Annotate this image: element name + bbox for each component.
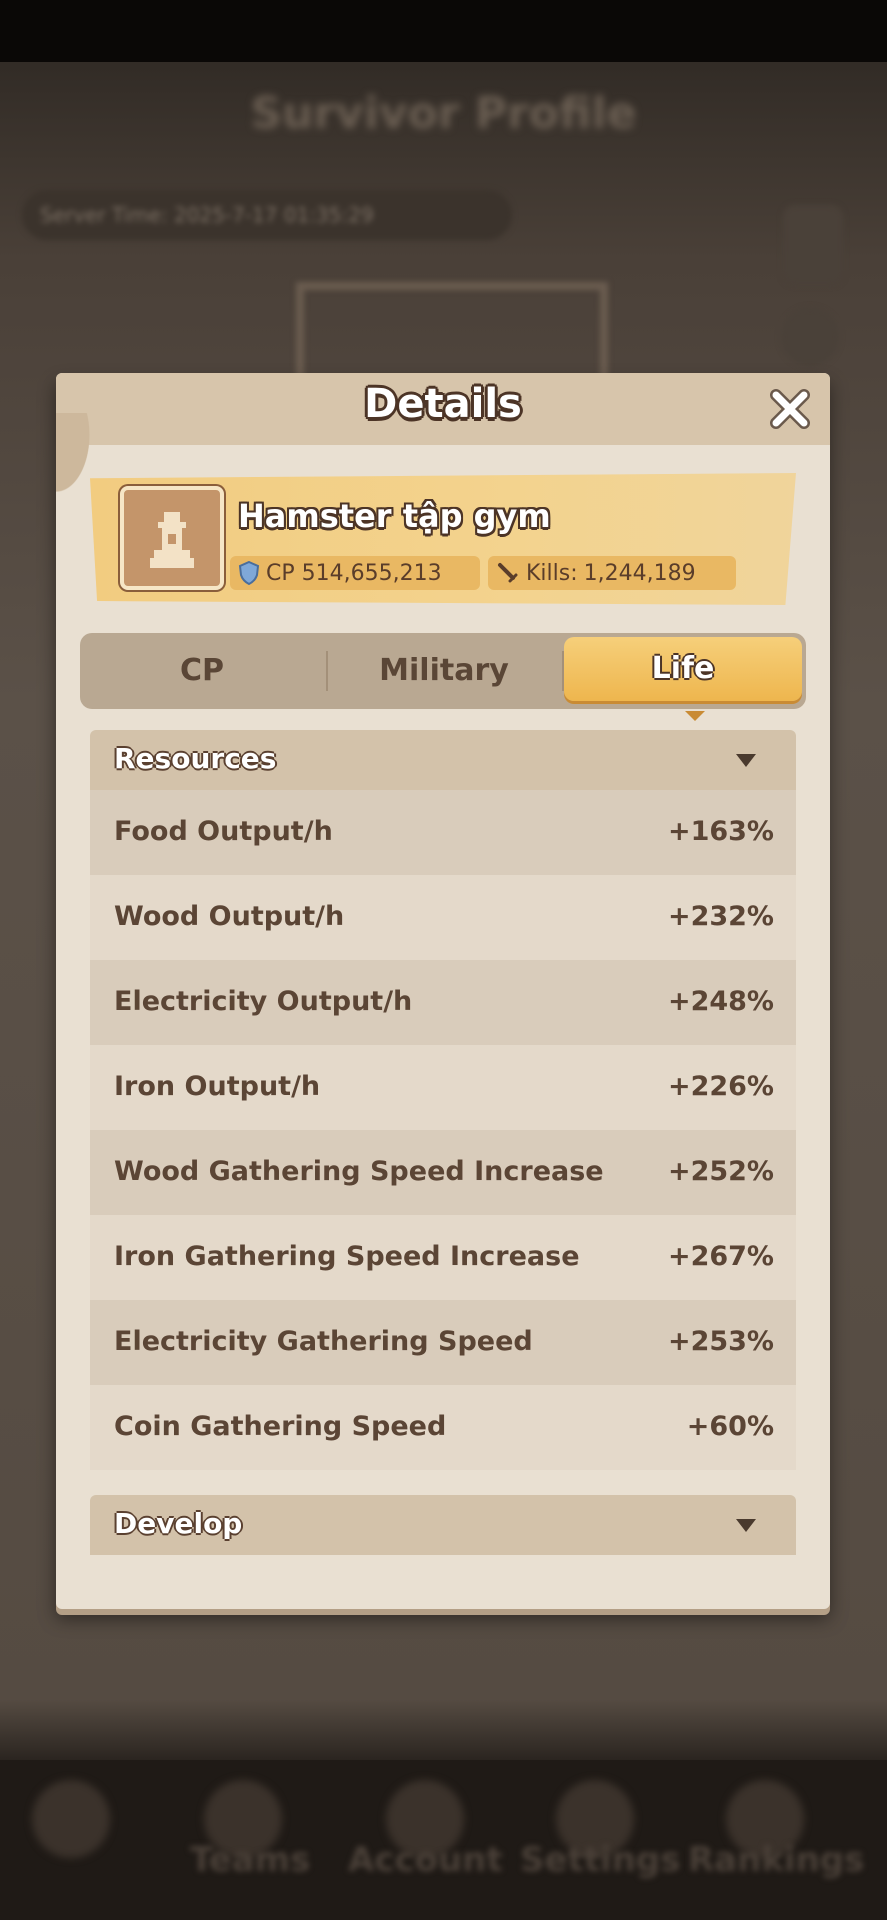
dialog-title: Details: [364, 381, 522, 427]
nav-teams: Teams: [190, 1840, 311, 1880]
list-item: Iron Output/h +226%: [90, 1045, 796, 1130]
close-button[interactable]: [768, 387, 812, 431]
list-item: Electricity Output/h +248%: [90, 960, 796, 1045]
kills-value: 1,244,189: [583, 560, 696, 586]
stat-value: +252%: [667, 1156, 774, 1187]
caret-down-icon: [736, 1519, 756, 1532]
list-item: Wood Output/h +232%: [90, 875, 796, 960]
stat-value: +253%: [667, 1326, 774, 1357]
cp-badge: CP 514,655,213: [230, 556, 480, 590]
nav-settings: Settings: [520, 1840, 681, 1880]
stat-label: Electricity Gathering Speed: [114, 1326, 533, 1357]
cp-value: CP 514,655,213: [266, 560, 442, 586]
server-time: Server Time: 2025-7-17 01:35:29: [22, 190, 512, 240]
list-item: Coin Gathering Speed +60%: [90, 1385, 796, 1470]
tab-life[interactable]: Life: [564, 637, 802, 701]
tab-bar: CP Military Life: [80, 633, 806, 709]
stat-label: Food Output/h: [114, 816, 333, 847]
background-title: Survivor Profile: [250, 88, 637, 139]
list-item: Food Output/h +163%: [90, 790, 796, 875]
stat-label: Wood Output/h: [114, 901, 345, 932]
stat-label: Coin Gathering Speed: [114, 1411, 447, 1442]
list-item: Wood Gathering Speed Increase +252%: [90, 1130, 796, 1215]
kills-label: Kills:: [526, 560, 578, 586]
stat-label: Iron Gathering Speed Increase: [114, 1241, 580, 1272]
tab-cp[interactable]: CP: [80, 633, 324, 709]
player-avatar[interactable]: [120, 486, 224, 590]
back-icon: [32, 1780, 110, 1858]
list-item: Iron Gathering Speed Increase +267%: [90, 1215, 796, 1300]
side-button-icon: [783, 205, 843, 285]
watchtower-icon: [150, 512, 194, 568]
side-round-button-icon: [781, 308, 839, 366]
stat-value: +163%: [667, 816, 774, 847]
list-item: Electricity Gathering Speed +253%: [90, 1300, 796, 1385]
avatar-frame: [296, 282, 608, 380]
player-name: Hamster tập gym: [238, 497, 551, 535]
stat-value: +267%: [667, 1241, 774, 1272]
stat-label: Wood Gathering Speed Increase: [114, 1156, 604, 1187]
stat-label: Iron Output/h: [114, 1071, 321, 1102]
kills-badge: Kills: 1,244,189: [488, 556, 736, 590]
stat-label: Electricity Output/h: [114, 986, 413, 1017]
close-icon: [770, 389, 810, 429]
stat-value: +232%: [667, 901, 774, 932]
tab-pointer: [685, 711, 705, 721]
nav-account: Account: [348, 1840, 503, 1880]
section-resources-label: Resources: [114, 742, 277, 775]
section-develop-label: Develop: [114, 1507, 243, 1540]
caret-down-icon: [736, 754, 756, 767]
stat-value: +60%: [686, 1411, 774, 1442]
section-resources-header[interactable]: Resources: [90, 730, 796, 790]
status-bar: [0, 0, 887, 62]
nav-rankings: Rankings: [688, 1840, 865, 1880]
section-develop-header[interactable]: Develop: [90, 1495, 796, 1555]
tab-military[interactable]: Military: [328, 633, 560, 709]
details-dialog: Details Hamster tập gym CP 514,655,213 K…: [56, 373, 830, 1609]
stat-value: +226%: [667, 1071, 774, 1102]
bottom-nav: Teams Account Settings Rankings: [0, 1760, 887, 1920]
sword-icon: [498, 563, 518, 583]
stat-value: +248%: [667, 986, 774, 1017]
shield-icon: [238, 561, 260, 585]
